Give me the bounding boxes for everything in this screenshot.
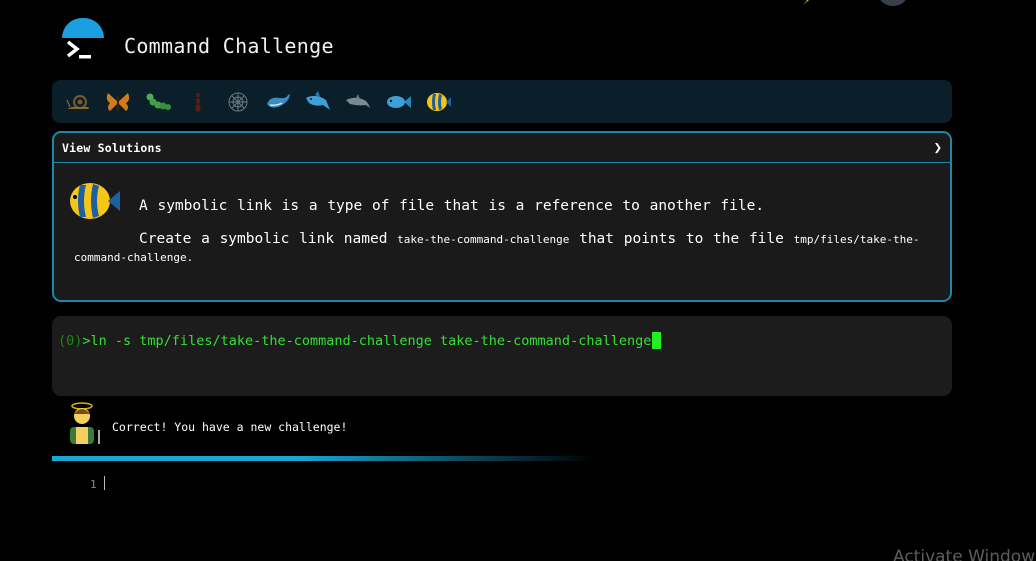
level-dolphin-icon[interactable] <box>338 86 378 118</box>
terminal-prompt: > <box>82 332 91 349</box>
terminal-prompt-icon <box>66 40 91 59</box>
terminal-command-line: (0) > ln -s tmp/files/take-the-command-ch… <box>58 332 946 349</box>
challenge-text-line-3: command-challenge. <box>74 251 194 264</box>
level-butterfly-icon[interactable] <box>98 86 138 118</box>
app-header: Command Challenge <box>54 16 474 72</box>
feedback-message: Correct! You have a new challenge! <box>112 420 348 434</box>
page-title: Command Challenge <box>124 34 334 58</box>
view-solutions-toggle[interactable]: View Solutions ❯ <box>54 133 950 163</box>
challenge-mid: that points to the file <box>569 231 794 247</box>
level-whale-icon[interactable] <box>258 86 298 118</box>
exit-code: (0) <box>58 332 83 349</box>
challenge-prefix: Create a symbolic link named <box>139 231 398 247</box>
level-snail-icon[interactable] <box>58 86 98 118</box>
editor-cursor <box>104 476 105 490</box>
activate-windows-watermark: Activate Windows <box>893 547 1036 561</box>
challenge-card: View Solutions ❯ A symbolic link is a ty… <box>52 131 952 302</box>
level-caterpillar-icon[interactable] <box>138 86 178 118</box>
feedback-area: Correct! You have a new challenge! <box>62 402 462 448</box>
line-number: 1 <box>90 478 97 491</box>
level-fish-icon[interactable] <box>378 86 418 118</box>
level-tropical-fish-icon[interactable] <box>418 86 458 118</box>
challenge-text-line-1: A symbolic link is a type of file that i… <box>139 198 765 214</box>
terminal-command: ln -s tmp/files/take-the-command-challen… <box>90 332 652 349</box>
level-shark-icon[interactable] <box>298 86 338 118</box>
terminal-input[interactable]: (0) > ln -s tmp/files/take-the-command-ch… <box>52 316 952 396</box>
level-ant-icon[interactable] <box>178 86 218 118</box>
app-logo[interactable] <box>60 18 104 66</box>
level-progress-bar <box>52 80 952 123</box>
level-spider-web-icon[interactable] <box>218 86 258 118</box>
person-avatar-icon <box>70 402 100 444</box>
tropical-fish-icon <box>70 183 120 219</box>
lightning-icon: ⚡ <box>803 0 811 7</box>
logo-arc <box>62 18 104 38</box>
view-solutions-label: View Solutions <box>62 140 162 155</box>
code-editor[interactable]: 1 <box>52 470 652 500</box>
progress-divider <box>52 456 597 461</box>
link-name-code: take-the-command-challenge <box>397 233 570 246</box>
terminal-cursor <box>652 332 662 349</box>
chevron-right-icon[interactable]: ❯ <box>934 140 942 156</box>
challenge-text-line-2: Create a symbolic link named take-the-co… <box>139 231 919 247</box>
target-path-code: tmp/files/take-the- <box>793 233 920 246</box>
challenge-description: A symbolic link is a type of file that i… <box>54 163 950 300</box>
user-avatar[interactable] <box>878 0 908 6</box>
